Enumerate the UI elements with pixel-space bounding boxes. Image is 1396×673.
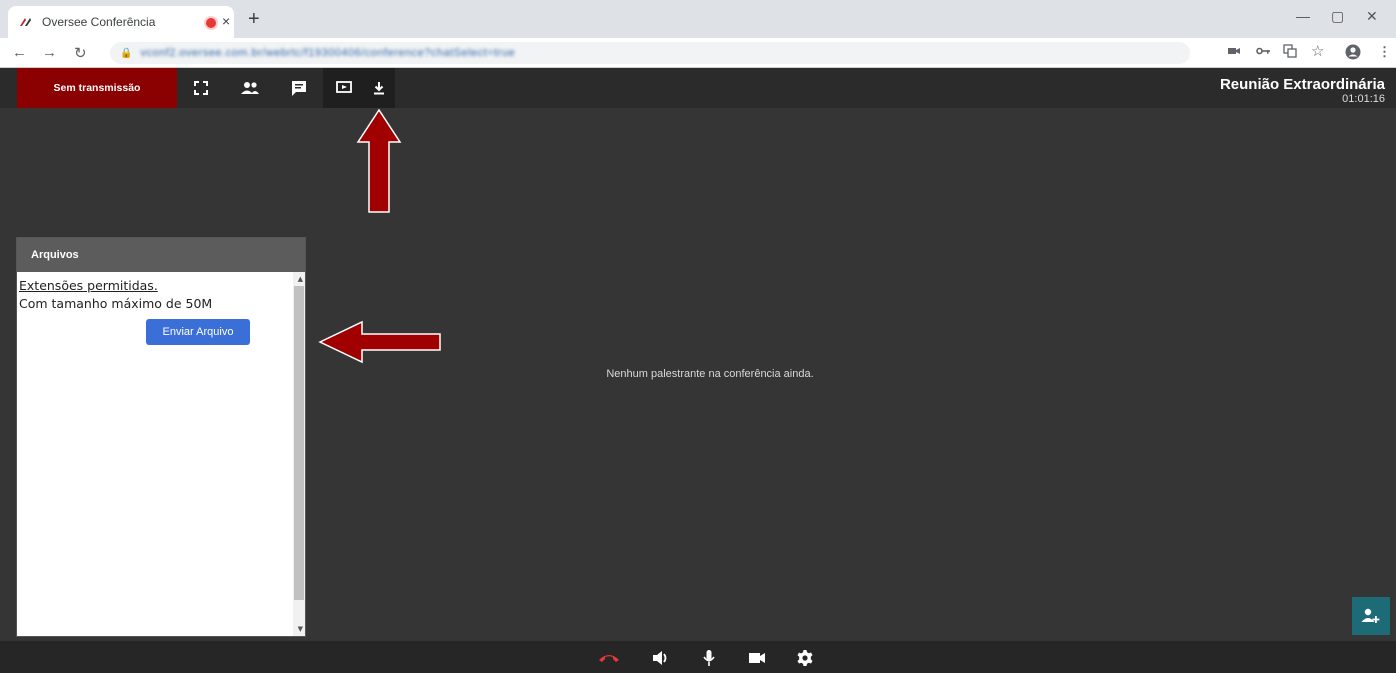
key-icon[interactable]: [1256, 44, 1270, 59]
call-controls-bar: [0, 641, 1396, 673]
meeting-title: Reunião Extraordinária: [1219, 76, 1385, 93]
reload-icon[interactable]: ↻: [74, 44, 87, 62]
microphone-icon[interactable]: [698, 647, 720, 669]
browser-address-bar: ← → ↻ 🔒 vconf2.oversee.com.br/webrtc/f19…: [0, 38, 1396, 68]
new-tab-button[interactable]: +: [248, 9, 260, 29]
profile-icon[interactable]: [1345, 44, 1361, 63]
add-participant-icon: [1361, 608, 1380, 623]
oversee-logo-icon: [18, 14, 34, 30]
window-maximize-button[interactable]: ▢: [1331, 8, 1344, 25]
participants-icon[interactable]: [238, 76, 262, 100]
browser-menu-icon[interactable]: ⋮: [1378, 44, 1391, 60]
back-icon[interactable]: ←: [12, 44, 27, 61]
max-size-text: Com tamanho máximo de 50M: [19, 296, 213, 311]
browser-tab-strip: Oversee Conferência × + — ▢ ✕: [0, 0, 1396, 38]
browser-tab[interactable]: Oversee Conferência ×: [8, 6, 234, 38]
send-file-button[interactable]: Enviar Arquivo: [146, 319, 250, 345]
tab-title: Oversee Conferência: [42, 15, 156, 29]
conference-toolbar: Sem transmissão Reunião Extraordinária 0…: [0, 68, 1396, 108]
scroll-thumb[interactable]: [294, 286, 304, 600]
scroll-down-icon[interactable]: ▼: [298, 625, 303, 633]
download-icon[interactable]: [367, 76, 391, 100]
translate-icon[interactable]: [1283, 44, 1297, 61]
bookmark-star-icon[interactable]: ☆: [1311, 42, 1324, 60]
meeting-timer: 01:01:16: [1342, 93, 1385, 105]
files-panel: Arquivos Extensões permitidas. Com taman…: [16, 237, 306, 637]
forward-icon[interactable]: →: [42, 44, 57, 61]
url-text: vconf2.oversee.com.br/webrtc/f19300406/c…: [140, 47, 516, 59]
url-field[interactable]: 🔒 vconf2.oversee.com.br/webrtc/f19300406…: [110, 42, 1190, 64]
no-speaker-message: Nenhum palestrante na conferência ainda.: [606, 368, 814, 380]
left-arrow-annotation: [318, 320, 441, 364]
camera-icon[interactable]: [746, 647, 768, 669]
camera-indicator-icon[interactable]: [1228, 44, 1240, 59]
lock-icon: 🔒: [120, 47, 133, 59]
tab-close-icon[interactable]: ×: [222, 13, 230, 29]
add-participant-button[interactable]: [1352, 597, 1390, 635]
up-arrow-annotation: [356, 108, 402, 213]
scroll-up-icon[interactable]: ▲: [298, 275, 303, 283]
recording-indicator-icon: [206, 18, 216, 28]
chat-icon[interactable]: [287, 76, 311, 100]
allowed-extensions-link[interactable]: Extensões permitidas.: [19, 278, 303, 293]
hangup-icon[interactable]: [598, 647, 620, 669]
fullscreen-icon[interactable]: [189, 76, 213, 100]
window-minimize-button[interactable]: —: [1296, 8, 1310, 24]
window-close-button[interactable]: ✕: [1366, 8, 1378, 25]
stream-status-button[interactable]: Sem transmissão: [17, 68, 177, 108]
files-scrollbar[interactable]: ▲ ▼: [293, 272, 305, 636]
files-panel-body: Extensões permitidas. Com tamanho máximo…: [17, 272, 305, 636]
files-panel-header: Arquivos: [17, 238, 305, 272]
screen-share-icon[interactable]: [332, 76, 356, 100]
volume-icon[interactable]: [650, 647, 672, 669]
settings-icon[interactable]: [794, 647, 816, 669]
